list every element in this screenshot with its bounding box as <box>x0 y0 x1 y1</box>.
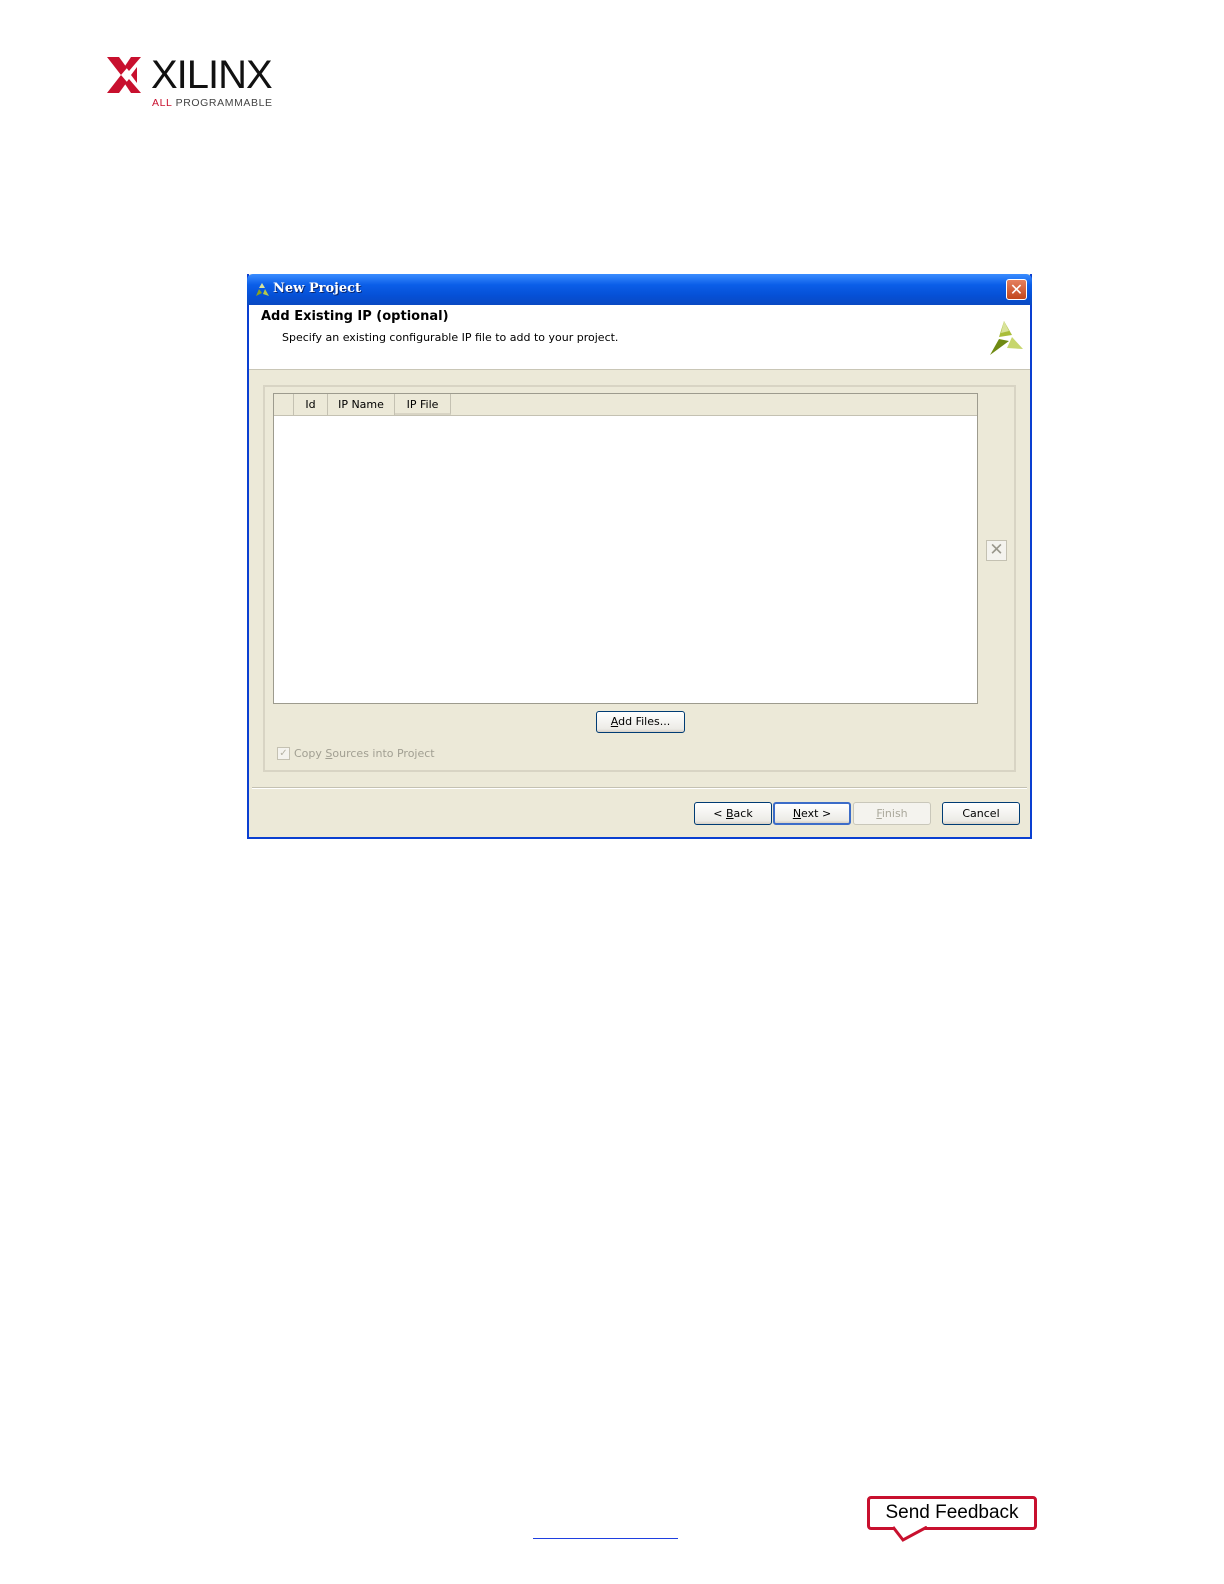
next-button[interactable]: Next > <box>773 802 851 825</box>
remove-button[interactable]: ✕ <box>986 540 1007 561</box>
vivado-logo-icon <box>990 321 1023 355</box>
add-files-button[interactable]: Add Files... <box>596 711 685 733</box>
speech-bubble-tail-icon <box>893 1526 927 1542</box>
title-bar[interactable]: New Project ✕ <box>247 274 1032 305</box>
finish-button[interactable]: Finish <box>853 802 931 825</box>
logo-wordmark: XILINX <box>151 53 273 97</box>
close-icon: ✕ <box>1009 280 1024 299</box>
page-subtitle: Specify an existing configurable IP file… <box>282 331 619 344</box>
cancel-button[interactable]: Cancel <box>942 802 1020 825</box>
back-button[interactable]: < Back <box>694 802 772 825</box>
xilinx-icon <box>256 283 269 296</box>
ip-panel: Id IP Name IP File ✕ Add Files... ✓ Copy… <box>263 385 1016 772</box>
logo-tagline-rest: PROGRAMMABLE <box>172 97 273 109</box>
wizard-header: Add Existing IP (optional) Specify an ex… <box>249 305 1030 370</box>
logo-tagline: ALL PROGRAMMABLE <box>152 97 273 109</box>
close-icon: ✕ <box>989 540 1004 560</box>
xilinx-logo-icon <box>107 57 141 93</box>
xilinx-logo: XILINX ALL PROGRAMMABLE <box>107 53 277 111</box>
copy-sources-checkbox[interactable]: ✓ <box>277 747 290 760</box>
column-header-ip-file[interactable]: IP File <box>395 394 451 415</box>
logo-tagline-prefix: ALL <box>152 97 173 109</box>
column-header-id[interactable]: Id <box>294 394 328 415</box>
dialog-title: New Project <box>273 281 362 296</box>
page-title: Add Existing IP (optional) <box>261 309 449 324</box>
ip-table[interactable]: Id IP Name IP File <box>273 393 978 704</box>
copy-sources-label: Copy Sources into Project <box>294 747 435 760</box>
footer-link[interactable] <box>533 1538 678 1539</box>
table-header: Id IP Name IP File <box>274 394 977 416</box>
column-header-ip-name[interactable]: IP Name <box>328 394 395 415</box>
send-feedback-button[interactable]: Send Feedback <box>867 1496 1037 1530</box>
column-header-select[interactable] <box>274 394 294 415</box>
new-project-dialog: New Project ✕ Add Existing IP (optional)… <box>247 274 1032 839</box>
close-button[interactable]: ✕ <box>1006 279 1027 300</box>
button-separator <box>252 787 1027 789</box>
